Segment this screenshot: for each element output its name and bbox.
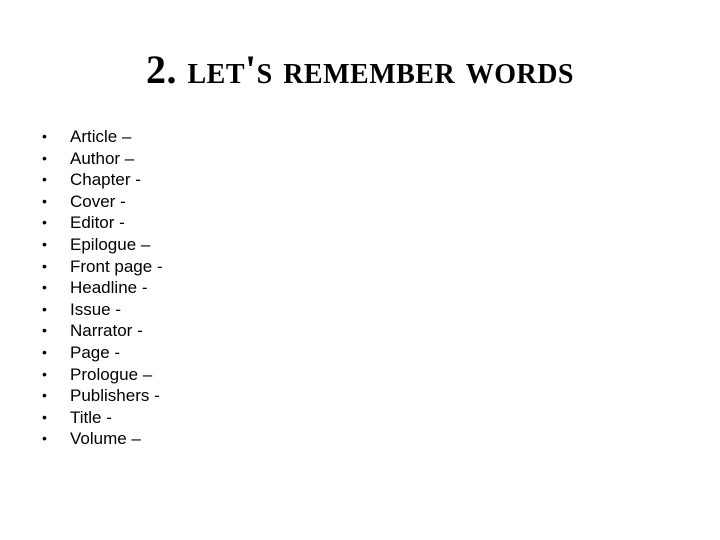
list-item: • Editor - bbox=[40, 212, 163, 234]
bullet-icon: • bbox=[42, 387, 47, 404]
bullet-icon: • bbox=[42, 128, 47, 144]
list-item-text: Headline - bbox=[70, 278, 148, 298]
list-item: • Headline - bbox=[40, 277, 163, 299]
bullet-icon: • bbox=[42, 235, 47, 252]
list-item: • Prologue – bbox=[40, 364, 163, 386]
list-item-text: Cover - bbox=[70, 191, 126, 211]
list-item-text: Article – bbox=[70, 127, 132, 146]
slide-title: 2. LET'S REMEMBER WORDS bbox=[145, 47, 574, 92]
bullet-icon: • bbox=[42, 343, 47, 360]
list-item: • Chapter - bbox=[40, 169, 163, 191]
list-item-text: Publishers - bbox=[70, 386, 160, 406]
list-item: • Page - bbox=[40, 342, 163, 364]
list-item: • Author – bbox=[40, 148, 163, 170]
bullet-icon: • bbox=[42, 192, 47, 209]
bullet-icon: • bbox=[42, 408, 47, 425]
list-item: • Title - bbox=[40, 407, 163, 429]
word-list: • Article – • Author – • Chapter - • Cover -… bbox=[40, 126, 163, 450]
list-item: • Publishers - bbox=[40, 385, 163, 407]
list-item-text: Volume – bbox=[70, 429, 141, 449]
list-item-text: Prologue – bbox=[70, 364, 153, 384]
bullet-icon: • bbox=[42, 279, 47, 296]
bullet-icon: • bbox=[42, 171, 47, 188]
bullet-icon: • bbox=[42, 257, 47, 274]
list-item-text: Narrator - bbox=[70, 321, 143, 341]
bullet-icon: • bbox=[42, 300, 47, 317]
list-item-text: Page - bbox=[70, 342, 121, 362]
list-item: • Epilogue – bbox=[40, 234, 163, 256]
bullet-icon: • bbox=[42, 365, 47, 382]
bullet-icon: • bbox=[42, 322, 47, 339]
bullet-icon: • bbox=[42, 430, 47, 447]
list-item-text: Author – bbox=[70, 148, 135, 168]
list-item-text: Issue - bbox=[70, 299, 122, 319]
list-item: • Cover - bbox=[40, 191, 163, 213]
list-item: • Narrator - bbox=[40, 320, 163, 342]
list-item-text: Front page - bbox=[70, 256, 163, 276]
list-item: • Article – bbox=[40, 126, 163, 148]
list-item: • Volume – bbox=[40, 428, 163, 450]
list-item-text: Title - bbox=[70, 407, 112, 427]
list-item: • Issue - bbox=[40, 299, 163, 321]
slide: 2. LET'S REMEMBER WORDS • Article – • Auth… bbox=[0, 0, 720, 540]
list-item-text: Editor - bbox=[70, 213, 125, 233]
list-item: • Front page - bbox=[40, 256, 163, 278]
list-item-text: Chapter - bbox=[70, 170, 141, 190]
bullet-icon: • bbox=[42, 149, 47, 166]
list-item-text: Epilogue – bbox=[70, 234, 151, 254]
bullet-icon: • bbox=[42, 214, 47, 231]
